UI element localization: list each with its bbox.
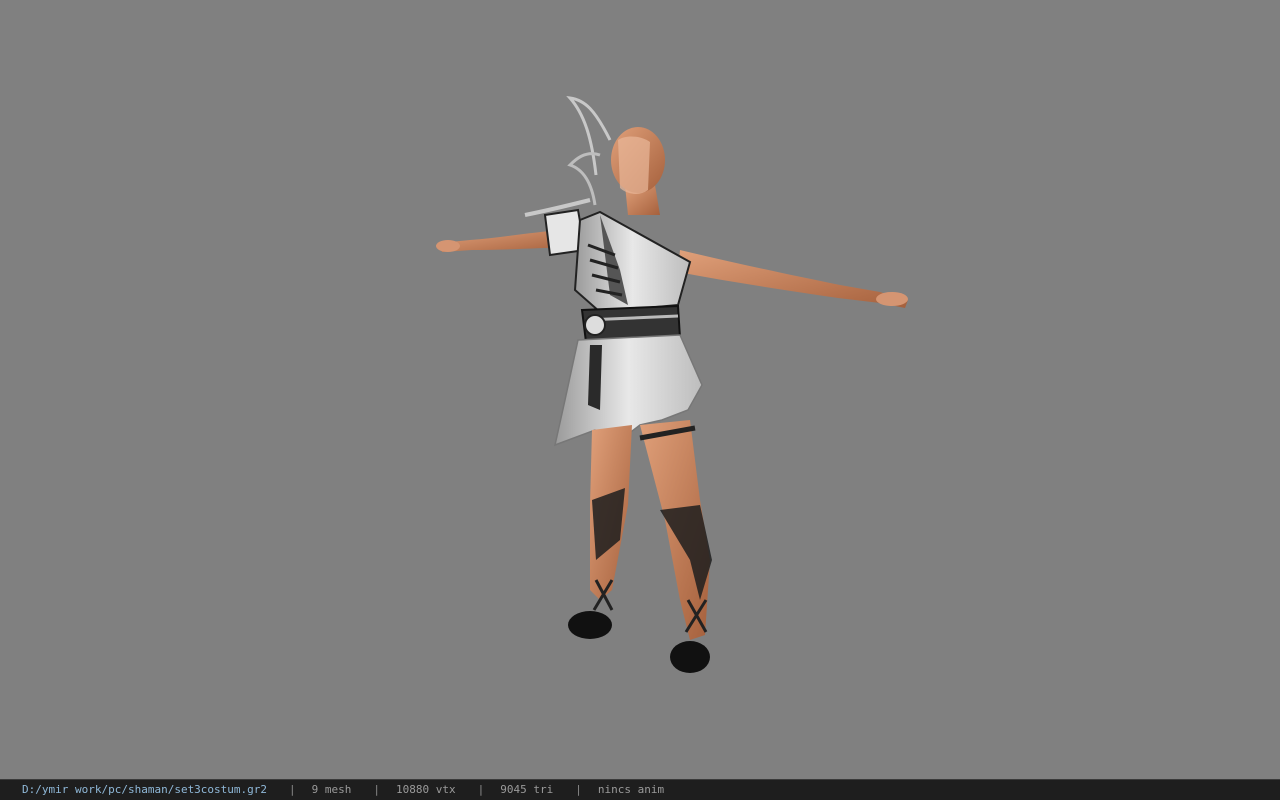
file-path: D:/ymir work/pc/shaman/set3costum.gr2	[22, 783, 268, 796]
right-hand	[876, 292, 908, 306]
vertex-count: 10880 vtx	[396, 783, 456, 796]
triangle-count: 9045 tri	[500, 783, 554, 796]
left-leg-wrap	[592, 488, 625, 560]
separator: |	[373, 783, 381, 796]
character-model	[436, 95, 908, 673]
3d-viewport[interactable]	[0, 0, 1280, 779]
separator: |	[289, 783, 296, 796]
left-shoe	[568, 611, 612, 639]
hair-strand	[566, 95, 612, 176]
right-shoe	[670, 641, 710, 673]
status-bar: D:/ymir work/pc/shaman/set3costum.gr2 | 9 …	[0, 779, 1280, 800]
right-arm	[678, 250, 908, 308]
skirt-tassel	[588, 345, 602, 410]
separator: |	[477, 783, 485, 796]
mesh-count: 9 mesh	[311, 783, 352, 796]
belt-buckle	[584, 314, 606, 336]
separator: |	[575, 783, 582, 796]
animation-status: nincs anim	[597, 783, 665, 796]
face-shadow	[618, 136, 650, 194]
left-hand	[436, 240, 460, 252]
